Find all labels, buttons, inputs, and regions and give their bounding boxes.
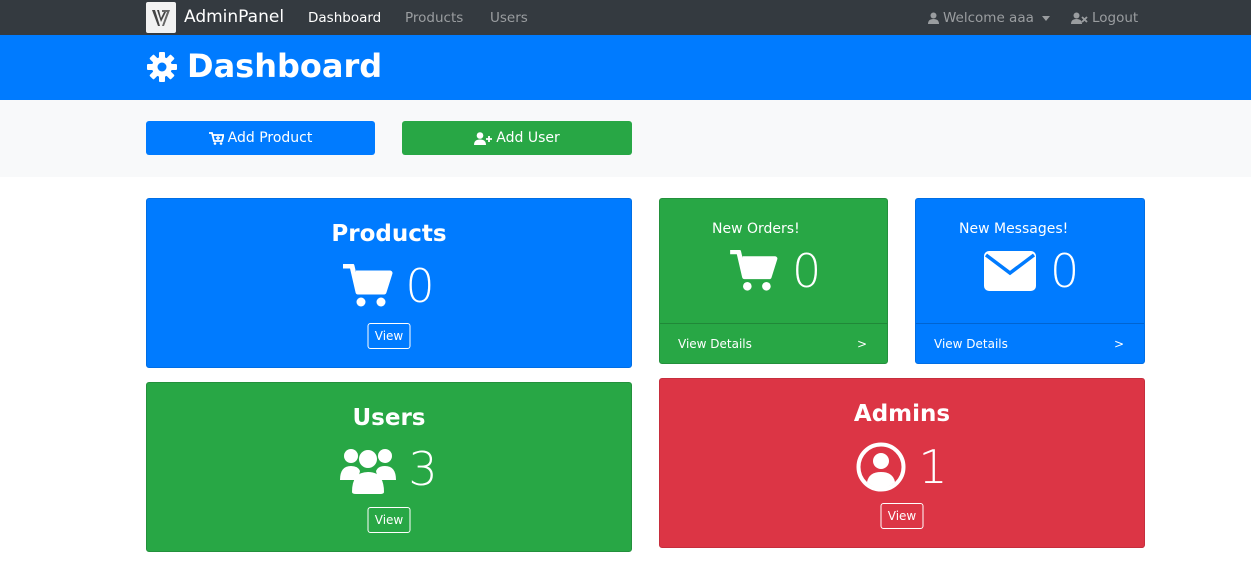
products-view-button[interactable]: View — [367, 323, 411, 349]
brand-logo[interactable] — [146, 2, 176, 33]
user-menu-label: Welcome aaa — [943, 10, 1034, 26]
user-circle-icon — [856, 442, 906, 492]
brand-name[interactable]: AdminPanel — [184, 7, 284, 27]
add-user-label: Add User — [496, 130, 560, 146]
products-stat: 0 — [147, 261, 631, 311]
admins-view-button[interactable]: View — [880, 503, 924, 529]
nav-products[interactable]: Products — [405, 10, 463, 26]
user-icon — [928, 12, 939, 24]
new-orders-stat: 0 — [730, 246, 821, 296]
user-times-icon — [1071, 12, 1088, 24]
users-title: Users — [352, 405, 426, 431]
user-menu-dropdown[interactable]: Welcome aaa — [928, 10, 1050, 26]
new-orders-count: 0 — [792, 244, 822, 298]
cart-icon — [730, 250, 778, 291]
view-details-label: View Details — [934, 337, 1008, 351]
nav-dashboard[interactable]: Dashboard — [308, 10, 381, 26]
view-details-label: View Details — [678, 337, 752, 351]
users-card: Users 3 View — [146, 382, 632, 552]
users-count: 3 — [408, 442, 438, 496]
logout-label: Logout — [1092, 10, 1139, 26]
users-view-button[interactable]: View — [367, 507, 411, 533]
new-messages-card: New Messages! 0 View Details > — [915, 198, 1145, 364]
page-header: Dashboard — [0, 35, 1251, 100]
cart-icon — [343, 264, 393, 307]
new-orders-title: New Orders! — [712, 221, 800, 237]
envelope-icon — [984, 251, 1036, 291]
products-title: Products — [331, 221, 447, 247]
add-user-button[interactable]: Add User — [402, 121, 632, 155]
admins-stat: 1 — [660, 442, 1144, 492]
gear-icon — [147, 52, 177, 82]
add-product-button[interactable]: Add Product — [146, 121, 375, 155]
cart-plus-icon — [208, 131, 224, 145]
admins-count: 1 — [918, 440, 948, 494]
new-messages-title: New Messages! — [959, 221, 1069, 237]
chevron-right-icon: > — [1113, 337, 1124, 351]
new-messages-stat: 0 — [984, 246, 1079, 296]
logo-icon — [152, 9, 170, 26]
products-card: Products 0 View — [146, 198, 632, 368]
new-messages-view-details[interactable]: View Details > — [916, 323, 1144, 363]
page-title: Dashboard — [187, 47, 383, 85]
caret-down-icon — [1041, 15, 1050, 21]
users-icon — [340, 449, 397, 494]
chevron-right-icon: > — [856, 337, 867, 351]
admins-title: Admins — [853, 401, 951, 427]
new-orders-view-details[interactable]: View Details > — [660, 323, 887, 363]
top-navbar: AdminPanel Dashboard Products Users Welc… — [0, 0, 1251, 35]
action-bar: Add Product Add User — [0, 100, 1251, 177]
new-messages-count: 0 — [1050, 244, 1080, 298]
logout-link[interactable]: Logout — [1071, 10, 1138, 26]
nav-users[interactable]: Users — [490, 10, 528, 26]
add-product-label: Add Product — [227, 130, 313, 146]
products-count: 0 — [405, 259, 435, 313]
new-orders-card: New Orders! 0 View Details > — [659, 198, 888, 364]
users-stat: 3 — [147, 444, 631, 494]
admins-card: Admins 1 View — [659, 378, 1145, 548]
user-plus-icon — [474, 131, 493, 145]
